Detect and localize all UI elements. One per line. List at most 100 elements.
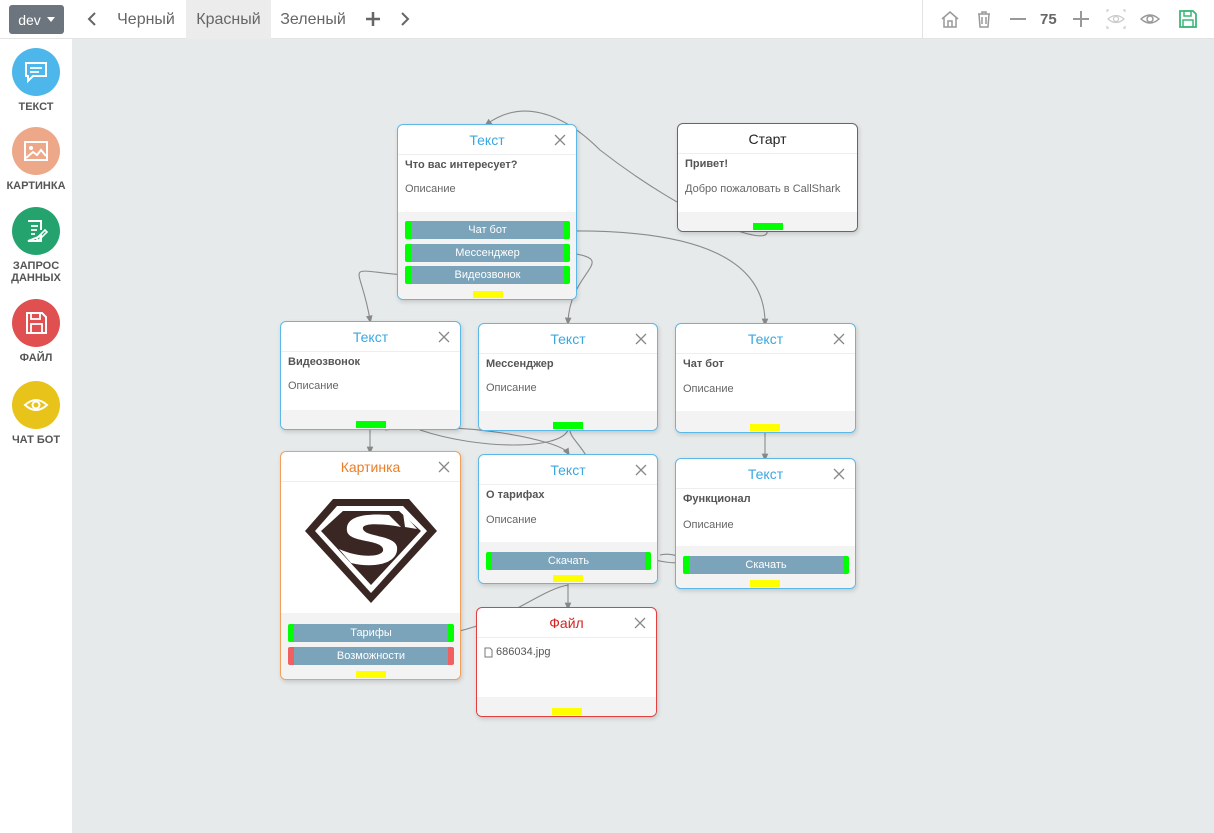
tab-green[interactable]: Зеленый	[271, 0, 355, 39]
node-header: Текст	[398, 125, 576, 155]
node-text-question[interactable]: Текст Что вас интересует? Описание Чат б…	[397, 124, 577, 300]
tab-label: Черный	[117, 10, 175, 28]
close-icon[interactable]	[635, 464, 647, 476]
node-description: Описание	[405, 183, 456, 195]
output-handle[interactable]	[750, 424, 780, 431]
node-description: Описание	[486, 382, 537, 394]
file-name-label: 686034.jpg	[496, 646, 551, 658]
node-title: Видеозвонок	[288, 356, 361, 368]
plus-icon[interactable]	[364, 9, 382, 29]
file-entry[interactable]: 686034.jpg	[477, 638, 656, 666]
option-button-features[interactable]: Возможности	[288, 647, 454, 665]
node-header: Файл	[477, 608, 656, 638]
home-icon[interactable]	[939, 8, 961, 30]
output-handle[interactable]	[750, 580, 780, 587]
node-description: Описание	[486, 514, 537, 526]
node-header-label: Старт	[748, 130, 787, 147]
node-file[interactable]: Файл 686034.jpg	[476, 607, 657, 717]
tab-label: Красный	[196, 10, 261, 28]
node-header: Текст	[676, 459, 855, 489]
node-title: Мессенджер	[486, 358, 554, 370]
node-header: Текст	[281, 322, 460, 352]
node-header: Текст	[479, 324, 657, 354]
tool-data-request[interactable]: ЗАПРОС ДАННЫХ	[0, 207, 72, 284]
output-handle[interactable]	[356, 421, 386, 428]
file-icon	[484, 647, 493, 657]
node-header-label: Файл	[549, 614, 584, 631]
node-text-tariffs[interactable]: Текст О тарифах Описание Скачать	[478, 454, 658, 584]
download-button[interactable]: Скачать	[683, 556, 849, 574]
download-button[interactable]: Скачать	[486, 552, 651, 570]
output-handle[interactable]	[753, 223, 783, 230]
tool-image[interactable]: КАРТИНКА	[0, 127, 72, 192]
node-text-functionality[interactable]: Текст Функционал Описание Скачать	[675, 458, 856, 589]
node-title: Чат бот	[683, 358, 724, 370]
node-footer	[281, 613, 460, 679]
superman-logo-image	[305, 499, 437, 603]
preview-eye-icon[interactable]	[1139, 8, 1161, 30]
node-header-label: Текст	[550, 461, 586, 478]
node-description: Описание	[288, 380, 339, 392]
zoom-level: 75	[1040, 11, 1057, 28]
caret-down-icon	[46, 17, 55, 22]
output-handle[interactable]	[356, 671, 386, 678]
node-text-chatbot[interactable]: Текст Чат бот Описание	[675, 323, 856, 433]
close-icon[interactable]	[438, 331, 450, 343]
node-start[interactable]: Старт Привет! Добро пожаловать в CallSha…	[677, 123, 858, 232]
output-handle[interactable]	[552, 708, 582, 715]
node-text-messenger[interactable]: Текст Мессенджер Описание	[478, 323, 658, 431]
node-header: Старт	[678, 124, 857, 154]
tool-label: КАРТИНКА	[6, 180, 66, 192]
chevron-right-icon[interactable]	[397, 9, 413, 29]
toolbar-divider	[922, 0, 923, 39]
node-title: Что вас интересует?	[405, 159, 518, 171]
output-handle[interactable]	[473, 291, 503, 298]
save-icon[interactable]	[1177, 8, 1199, 30]
node-title: Привет!	[685, 158, 729, 170]
node-header-label: Текст	[747, 330, 784, 347]
close-icon[interactable]	[635, 333, 647, 345]
environment-label: dev	[18, 11, 41, 28]
close-icon[interactable]	[833, 468, 845, 480]
focus-eye-icon[interactable]	[1105, 8, 1127, 30]
option-button-tariffs[interactable]: Тарифы	[288, 624, 454, 642]
node-header-label: Текст	[550, 330, 586, 347]
node-description: Добро пожаловать в CallShark	[685, 183, 841, 195]
close-icon[interactable]	[438, 461, 450, 473]
node-header: Картинка	[281, 452, 460, 482]
option-button-video[interactable]: Видеозвонок	[405, 266, 570, 284]
node-title: Функционал	[683, 493, 751, 505]
node-text-video[interactable]: Текст Видеозвонок Описание	[280, 321, 461, 430]
tool-text[interactable]: ТЕКСТ	[0, 48, 72, 113]
output-handle[interactable]	[553, 422, 583, 429]
tool-sidebar: ТЕКСТ КАРТИНКА ЗАПРОС ДАННЫХ ФАЙЛ ЧАТ БО…	[0, 39, 72, 833]
tool-chatbot[interactable]: ЧАТ БОТ	[0, 381, 72, 446]
tool-label: ТЕКСТ	[18, 101, 54, 113]
eye-icon	[12, 381, 60, 429]
top-toolbar: dev Черный Красный Зеленый 75	[0, 0, 1214, 39]
option-button-messenger[interactable]: Мессенджер	[405, 244, 570, 262]
tab-red[interactable]: Красный	[186, 0, 271, 39]
floppy-icon	[12, 299, 60, 347]
close-icon[interactable]	[634, 617, 646, 629]
chevron-left-icon[interactable]	[84, 9, 100, 29]
trash-icon[interactable]	[973, 8, 995, 30]
node-header: Текст	[479, 455, 657, 485]
node-header-label: Текст	[469, 131, 505, 148]
node-header-label: Текст	[747, 465, 784, 482]
tab-black[interactable]: Черный	[106, 0, 186, 39]
tool-file[interactable]: ФАЙЛ	[0, 299, 72, 364]
tool-label: ФАЙЛ	[19, 352, 53, 364]
form-icon	[12, 207, 60, 255]
tab-label: Зеленый	[280, 10, 346, 28]
option-button-chatbot[interactable]: Чат бот	[405, 221, 570, 239]
tool-label: ЗАПРОС ДАННЫХ	[11, 260, 61, 284]
close-icon[interactable]	[833, 333, 845, 345]
close-icon[interactable]	[554, 134, 566, 146]
image-icon	[12, 127, 60, 175]
node-picture[interactable]: Картинка Тарифы Возможности	[280, 451, 461, 680]
zoom-in-icon[interactable]	[1070, 8, 1092, 30]
output-handle[interactable]	[553, 575, 583, 582]
environment-dropdown[interactable]: dev	[9, 5, 64, 34]
zoom-out-icon[interactable]	[1007, 8, 1029, 30]
